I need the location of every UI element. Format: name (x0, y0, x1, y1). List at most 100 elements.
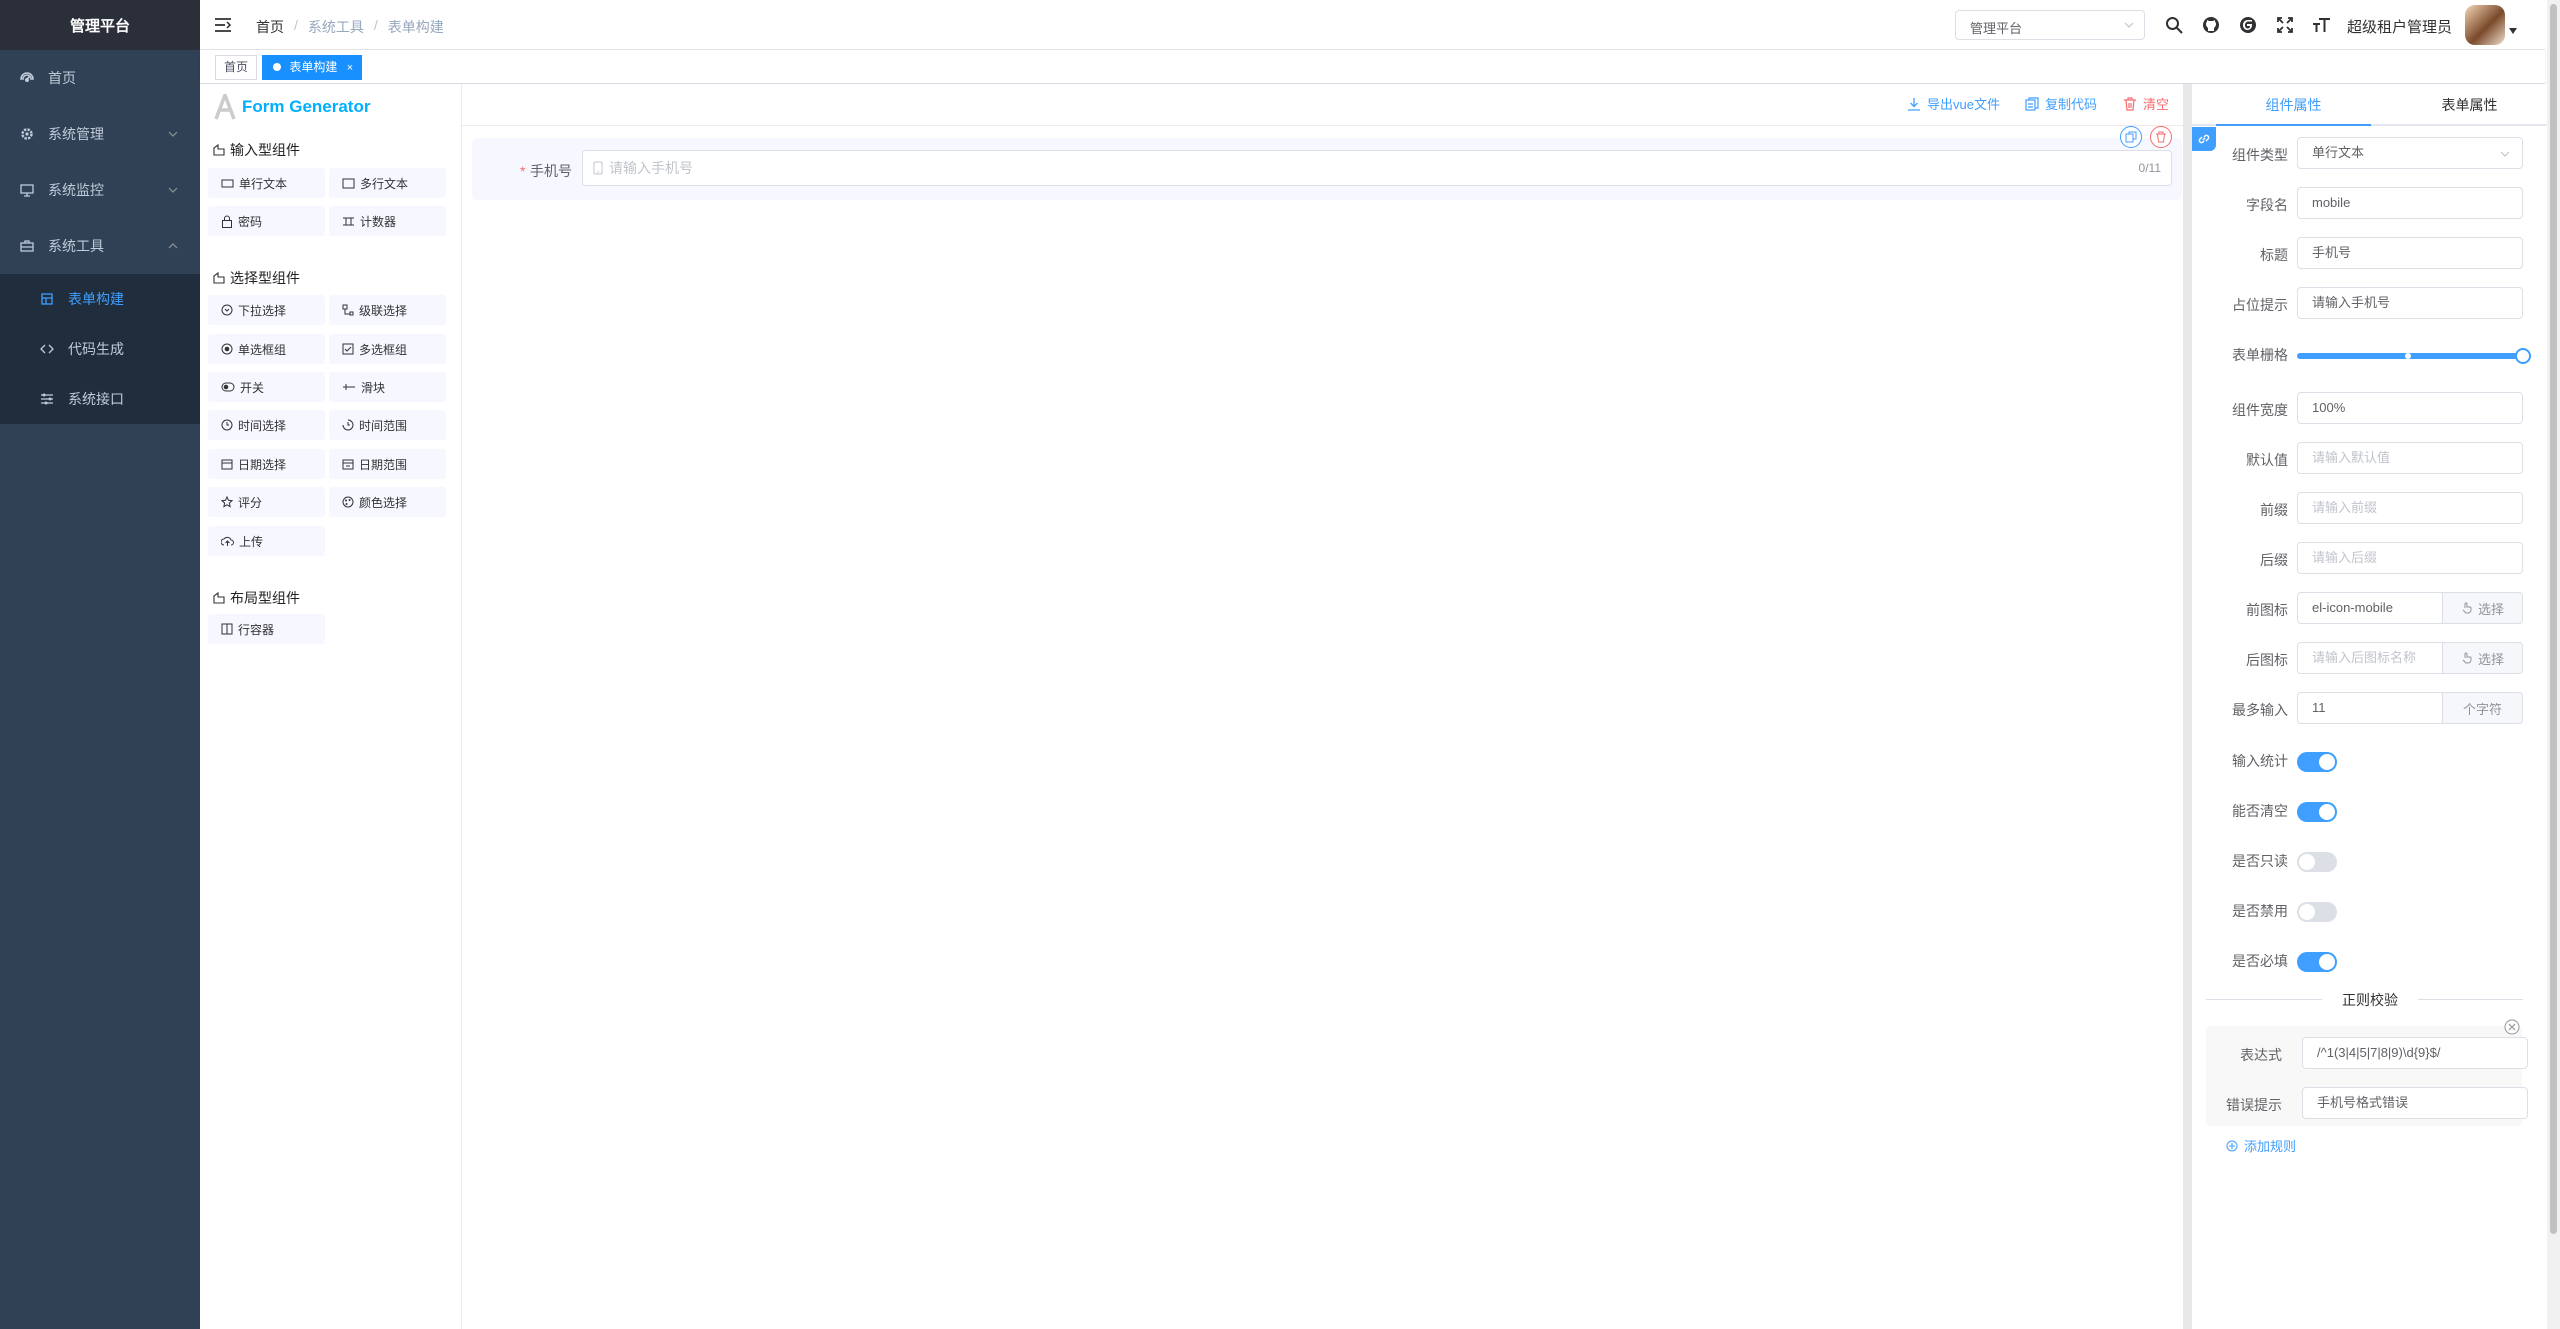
component-group-title: 输入型组件 (212, 140, 300, 160)
export-vue-button[interactable]: 导出vue文件 (1907, 94, 2000, 113)
sidebar-item-label: 首页 (48, 70, 76, 86)
tags-view: 首页 表单构建 × (200, 50, 2545, 84)
time-range-icon (342, 419, 354, 431)
component-group-icon (212, 271, 226, 285)
component-item-number[interactable]: 计数器 (329, 206, 446, 236)
user-name[interactable]: 超级租户管理员 (2347, 16, 2452, 37)
prop-label: 是否禁用 (2232, 903, 2288, 919)
breadcrumb-system-tools[interactable]: 系统工具 (308, 17, 364, 37)
active-dot-icon (273, 63, 281, 71)
github-icon[interactable] (2200, 12, 2222, 38)
component-item-color[interactable]: 颜色选择 (329, 487, 446, 517)
prefix-icon-select-button[interactable]: 选择 (2443, 592, 2523, 624)
component-item-cascader[interactable]: 级联选择 (329, 295, 446, 325)
component-item-date-range[interactable]: 日期范围 (329, 449, 446, 479)
input-icon (221, 178, 234, 189)
caret-down-icon[interactable] (2509, 28, 2517, 34)
search-icon[interactable] (2163, 12, 2185, 38)
delete-item-button[interactable] (2150, 126, 2172, 148)
calendar-icon (221, 458, 233, 470)
suffix-icon-select-button[interactable]: 选择 (2443, 642, 2523, 674)
sidebar-item-system-tools[interactable]: 系统工具 (0, 218, 200, 274)
page-scrollbar-thumb[interactable] (2550, 4, 2557, 1234)
component-item-slider[interactable]: 滑块 (329, 372, 446, 402)
prop-label: 输入统计 (2232, 753, 2288, 769)
clearable-switch[interactable] (2297, 802, 2337, 822)
close-circle-icon[interactable] (2504, 1019, 2520, 1035)
page-scrollbar[interactable] (2547, 0, 2560, 1329)
regex-pattern-input[interactable]: /^1(3|4|5|7|8|9)\d{9}$/ (2302, 1037, 2528, 1069)
component-item-time-range[interactable]: 时间范围 (329, 410, 446, 440)
platform-select[interactable]: 管理平台 (1955, 10, 2145, 40)
component-item-row[interactable]: 行容器 (208, 614, 325, 644)
dashboard-icon (20, 71, 34, 85)
fullscreen-icon[interactable] (2274, 12, 2296, 38)
component-type-select[interactable]: 单行文本 (2297, 137, 2523, 169)
component-item-radio[interactable]: 单选框组 (208, 334, 325, 364)
field-name-input[interactable]: mobile (2297, 187, 2523, 219)
breadcrumb-home[interactable]: 首页 (256, 17, 284, 37)
palette-icon (342, 496, 354, 508)
component-item-switch[interactable]: 开关 (208, 372, 325, 402)
component-item-rate[interactable]: 评分 (208, 487, 325, 517)
sidebar-item-form-builder[interactable]: 表单构建 (0, 274, 200, 324)
component-item-checkbox[interactable]: 多选框组 (329, 334, 446, 364)
tag-form-builder[interactable]: 表单构建 × (262, 55, 363, 80)
placeholder-input[interactable]: 请输入手机号 (2297, 287, 2523, 319)
maxlength-input[interactable]: 11 (2297, 692, 2443, 724)
tag-label: 首页 (224, 60, 249, 74)
copy-code-button[interactable]: 复制代码 (2025, 94, 2097, 113)
add-rule-button[interactable]: 添加规则 (2226, 1136, 2296, 1155)
sidebar-item-system-api[interactable]: 系统接口 (0, 374, 200, 424)
sidebar-logo[interactable]: 管理平台 (0, 0, 200, 50)
link-icon (2197, 132, 2211, 146)
tag-home[interactable]: 首页 (215, 55, 258, 80)
mobile-input[interactable]: 请输入手机号 0/11 (582, 150, 2172, 186)
gitee-icon[interactable] (2237, 12, 2259, 38)
component-item-input[interactable]: 单行文本 (208, 168, 325, 198)
regex-rule-box: 表达式 /^1(3|4|5|7|8|9)\d{9}$/ 错误提示 手机号格式错误 (2206, 1019, 2528, 1126)
tab-form-props[interactable]: 表单属性 (2392, 84, 2547, 126)
prop-label: 后图标 (2246, 652, 2288, 668)
avatar[interactable] (2465, 5, 2505, 45)
default-value-input[interactable]: 请输入默认值 (2297, 442, 2523, 474)
hamburger-icon[interactable] (214, 17, 232, 33)
copy-item-button[interactable] (2120, 126, 2142, 148)
readonly-switch[interactable] (2297, 852, 2337, 872)
font-size-icon[interactable] (2311, 12, 2333, 38)
prop-label: 是否只读 (2232, 853, 2288, 869)
clear-button[interactable]: 清空 (2123, 94, 2169, 113)
required-switch[interactable] (2297, 952, 2337, 972)
api-icon (40, 392, 54, 406)
select-icon (221, 304, 233, 316)
sidebar-item-system-management[interactable]: 系统管理 (0, 106, 200, 162)
regex-message-input[interactable]: 手机号格式错误 (2302, 1087, 2528, 1119)
canvas-scrollbar[interactable] (2183, 84, 2192, 1329)
form-item-label: 手机号 (530, 163, 572, 179)
component-item-password[interactable]: 密码 (208, 206, 325, 236)
component-item-upload[interactable]: 上传 (208, 526, 325, 556)
component-item-time[interactable]: 时间选择 (208, 410, 325, 440)
sidebar-item-code-gen[interactable]: 代码生成 (0, 324, 200, 374)
prop-label: 字段名 (2246, 197, 2288, 213)
form-item-mobile[interactable]: * 手机号 请输入手机号 0/11 (472, 126, 2182, 200)
prefix-icon-input[interactable]: el-icon-mobile (2297, 592, 2443, 624)
show-word-limit-switch[interactable] (2297, 752, 2337, 772)
sidebar-item-home[interactable]: 首页 (0, 50, 200, 106)
component-item-select[interactable]: 下拉选择 (208, 295, 325, 325)
disabled-switch[interactable] (2297, 902, 2337, 922)
title-input[interactable]: 手机号 (2297, 237, 2523, 269)
component-item-date[interactable]: 日期选择 (208, 449, 325, 479)
star-icon (221, 496, 233, 508)
component-item-textarea[interactable]: 多行文本 (329, 168, 446, 198)
prop-label: 默认值 (2246, 452, 2288, 468)
suffix-icon-input[interactable]: 请输入后图标名称 (2297, 642, 2443, 674)
suffix-input[interactable]: 请输入后缀 (2297, 542, 2523, 574)
tab-component-props[interactable]: 组件属性 (2216, 84, 2371, 126)
close-icon[interactable]: × (347, 62, 353, 74)
grid-slider-handle[interactable] (2515, 348, 2531, 364)
prefix-input[interactable]: 请输入前缀 (2297, 492, 2523, 524)
prop-label: 表单栅格 (2232, 347, 2288, 363)
component-width-input[interactable]: 100% (2297, 392, 2523, 424)
sidebar-item-system-monitor[interactable]: 系统监控 (0, 162, 200, 218)
